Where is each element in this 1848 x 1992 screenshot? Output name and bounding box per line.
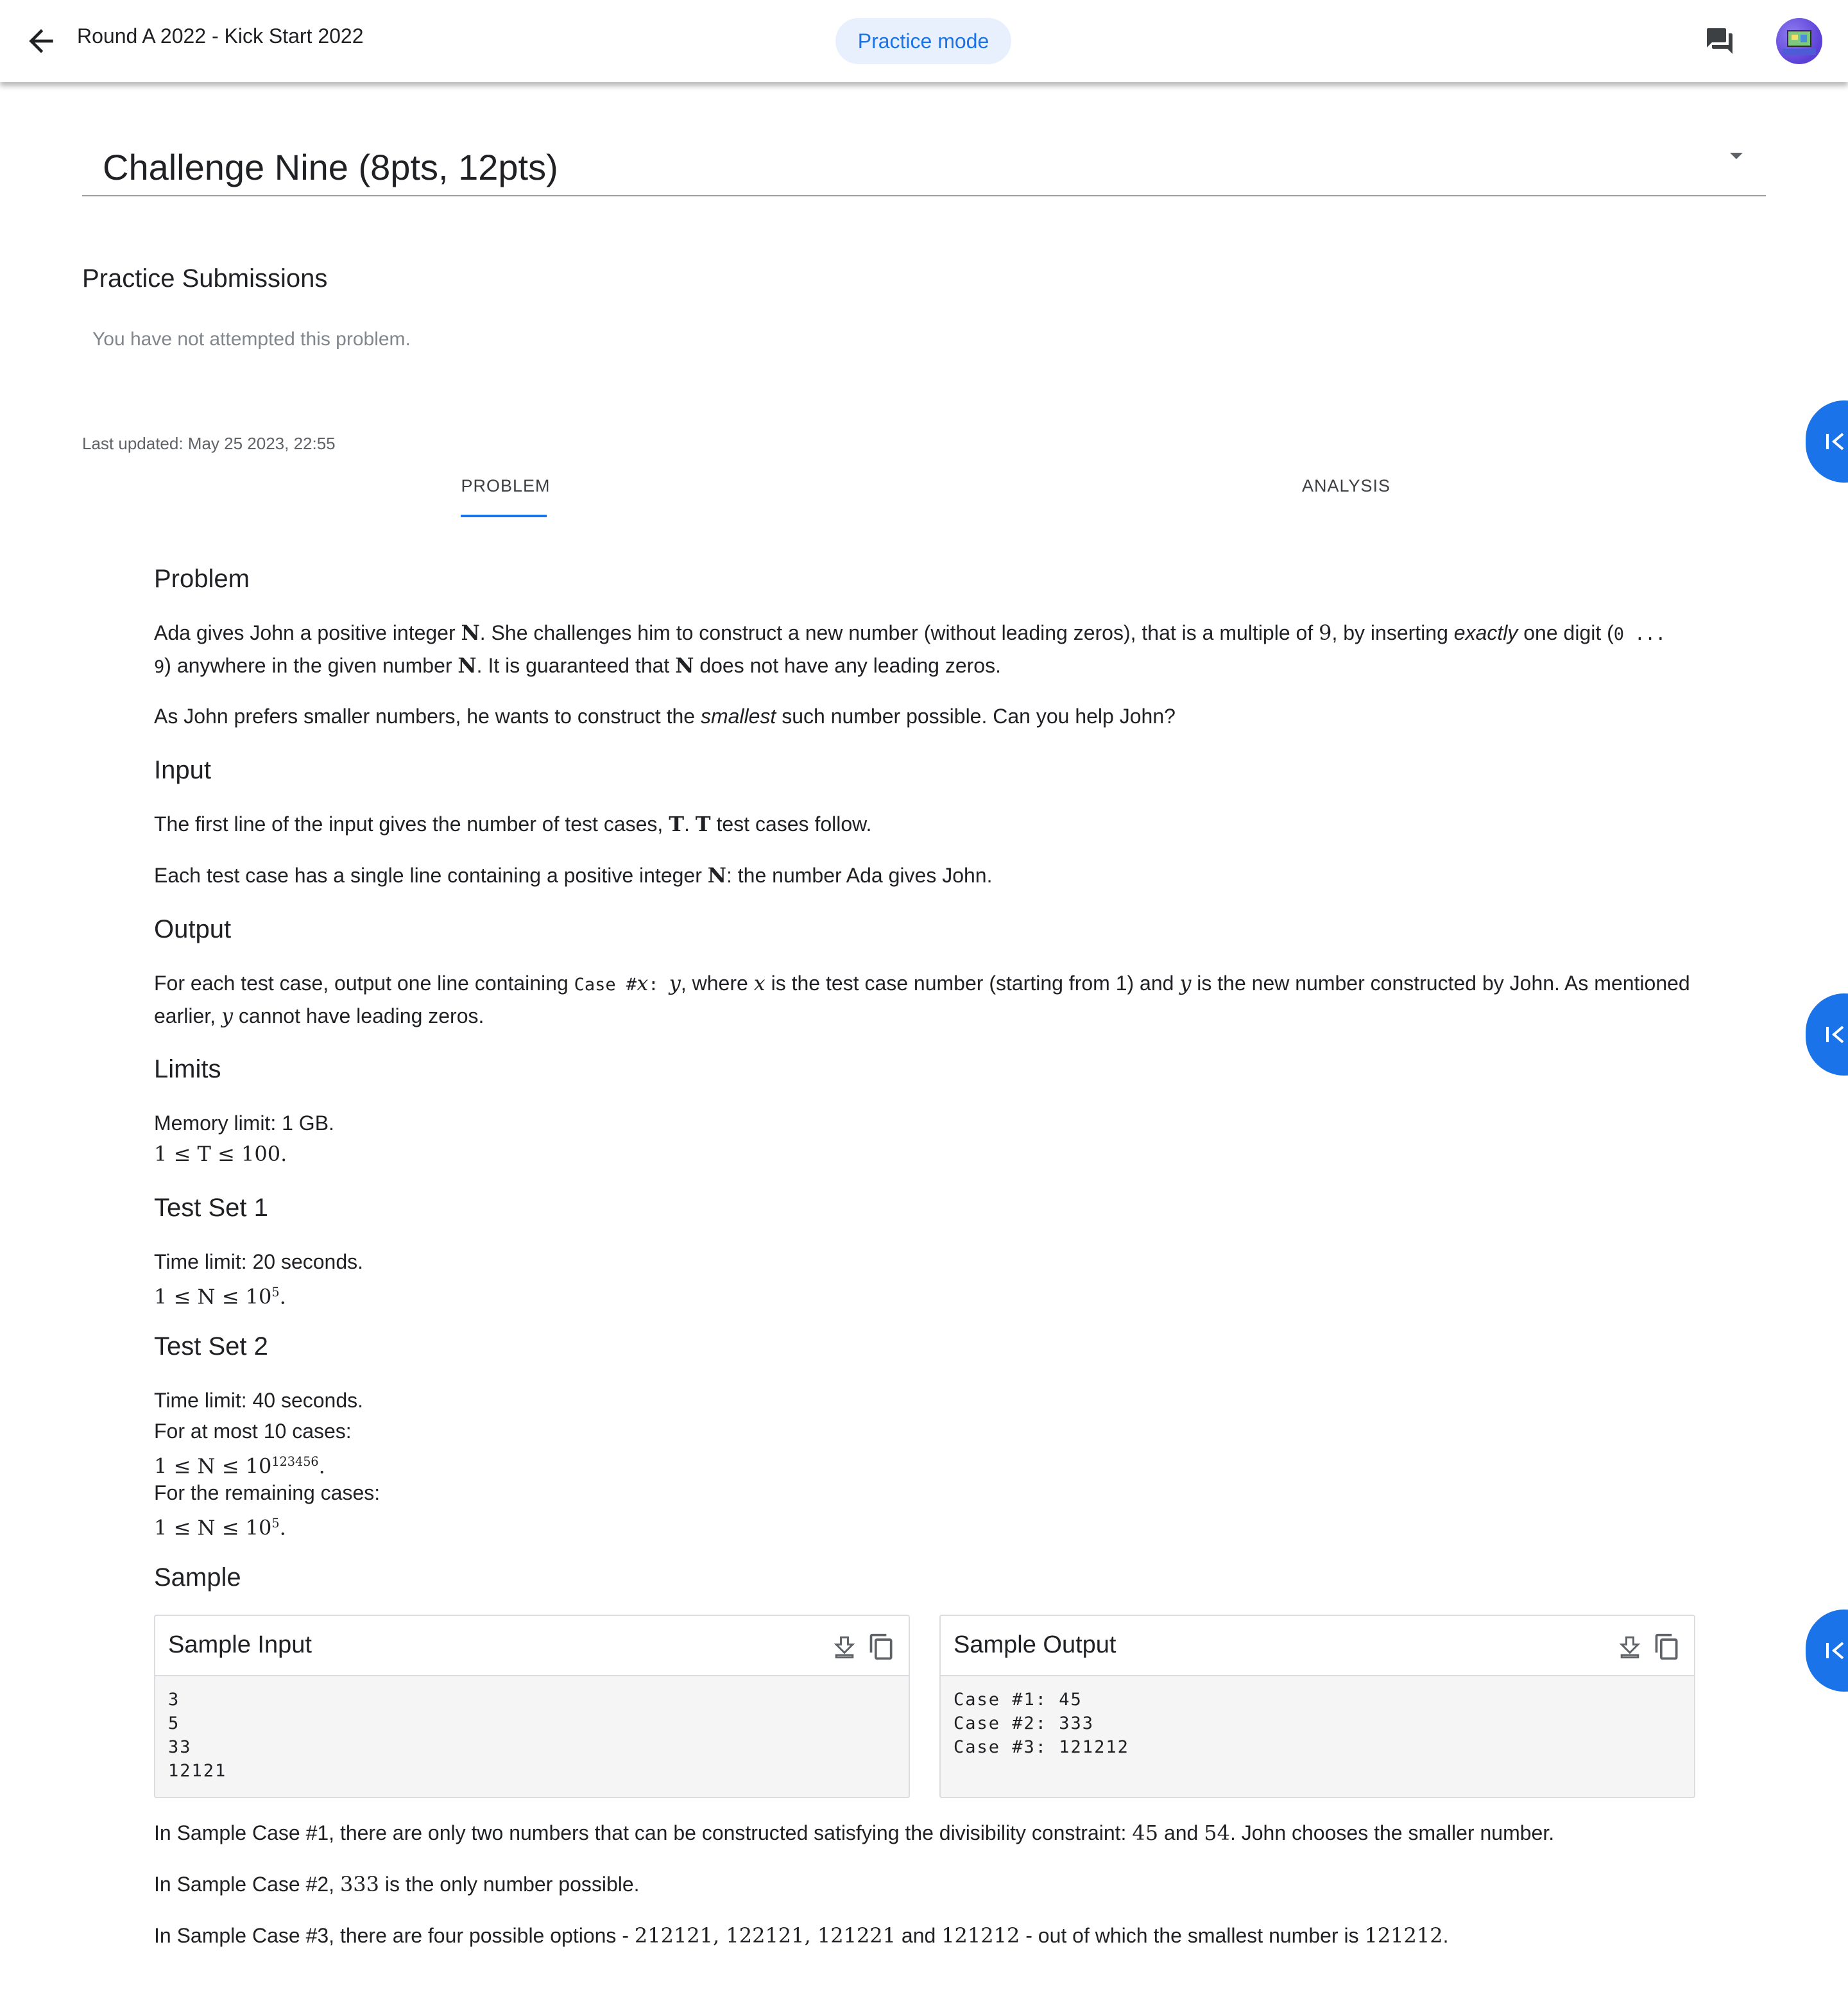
sample-output-header: Sample Output bbox=[941, 1616, 1694, 1676]
ts1-time-limit: Time limit: 20 seconds. bbox=[154, 1250, 364, 1273]
copy-icon[interactable] bbox=[868, 1631, 896, 1662]
problem-select-dropdown[interactable]: Challenge Nine (8pts, 12pts) bbox=[82, 133, 1766, 196]
input-paragraph-1: The first line of the input gives the nu… bbox=[154, 812, 872, 836]
ts2-time-limit: Time limit: 40 seconds. bbox=[154, 1389, 364, 1412]
explanation-case-2: In Sample Case #2, 333 is the only numbe… bbox=[154, 1872, 640, 1896]
sample-output-box: Sample Output Case #1: 45 Case #2: 333 C… bbox=[939, 1615, 1695, 1798]
submissions-empty-text: You have not attempted this problem. bbox=[92, 329, 411, 350]
download-icon[interactable] bbox=[1616, 1634, 1644, 1662]
active-tab-indicator bbox=[461, 515, 547, 517]
dropdown-caret-icon[interactable] bbox=[1730, 153, 1743, 159]
problem-paragraph-1: Ada gives John a positive integer N. She… bbox=[154, 621, 1666, 678]
sample-output-label: Sample Output bbox=[954, 1631, 1116, 1658]
ts2-bound-2: 1 ≤ N ≤ 105. bbox=[154, 1515, 286, 1540]
section-heading-problem: Problem bbox=[154, 565, 250, 593]
ts2-bound-1: 1 ≤ N ≤ 10123456. bbox=[154, 1454, 325, 1479]
sample-input-content[interactable]: 3 5 33 12121 bbox=[168, 1688, 227, 1783]
collapse-left-icon bbox=[1826, 1642, 1844, 1660]
sample-input-header: Sample Input bbox=[155, 1616, 909, 1676]
collapse-left-icon bbox=[1826, 433, 1844, 451]
sample-output-content[interactable]: Case #1: 45 Case #2: 333 Case #3: 121212 bbox=[954, 1688, 1129, 1759]
section-heading-output: Output bbox=[154, 915, 232, 943]
input-paragraph-2: Each test case has a single line contain… bbox=[154, 863, 993, 888]
ts1-bound: 1 ≤ N ≤ 105. bbox=[154, 1284, 286, 1309]
problem-title: Challenge Nine (8pts, 12pts) bbox=[103, 147, 558, 187]
collapse-left-icon bbox=[1826, 1026, 1844, 1043]
download-icon[interactable] bbox=[830, 1634, 859, 1662]
section-heading-input: Input bbox=[154, 756, 211, 784]
section-heading-sample: Sample bbox=[154, 1563, 241, 1592]
practice-mode-chip[interactable]: Practice mode bbox=[835, 18, 1011, 64]
collapse-panel-button[interactable] bbox=[1806, 1610, 1848, 1692]
last-updated-text: Last updated: May 25 2023, 22:55 bbox=[82, 434, 336, 453]
collapse-panel-button[interactable] bbox=[1806, 400, 1848, 483]
top-app-bar: Round A 2022 - Kick Start 2022 Practice … bbox=[0, 0, 1848, 82]
round-title[interactable]: Round A 2022 - Kick Start 2022 bbox=[77, 24, 364, 48]
sample-input-box: Sample Input 3 5 33 12121 bbox=[154, 1615, 910, 1798]
explanation-case-3: In Sample Case #3, there are four possib… bbox=[154, 1923, 1449, 1948]
copy-icon[interactable] bbox=[1653, 1631, 1681, 1662]
problem-paragraph-2: As John prefers smaller numbers, he want… bbox=[154, 705, 1176, 728]
tab-analysis[interactable]: ANALYSIS bbox=[1296, 476, 1396, 496]
section-heading-test-set-1: Test Set 1 bbox=[154, 1194, 268, 1222]
sample-input-label: Sample Input bbox=[168, 1631, 312, 1658]
memory-limit: Memory limit: 1 GB. bbox=[154, 1112, 334, 1135]
output-paragraph: For each test case, output one line cont… bbox=[154, 971, 1690, 1028]
chat-icon[interactable] bbox=[1704, 26, 1735, 56]
back-arrow-icon[interactable] bbox=[23, 23, 59, 59]
practice-submissions-title: Practice Submissions bbox=[82, 264, 328, 293]
t-bound: 1 ≤ T ≤ 100. bbox=[154, 1142, 287, 1166]
ts2-atmost-label: For at most 10 cases: bbox=[154, 1420, 352, 1443]
avatar[interactable] bbox=[1776, 18, 1822, 64]
tab-problem[interactable]: PROBLEM bbox=[461, 476, 551, 496]
explanation-case-1: In Sample Case #1, there are only two nu… bbox=[154, 1821, 1555, 1845]
section-heading-test-set-2: Test Set 2 bbox=[154, 1332, 268, 1361]
ts2-remaining-label: For the remaining cases: bbox=[154, 1481, 381, 1504]
section-heading-limits: Limits bbox=[154, 1055, 221, 1083]
collapse-panel-button[interactable] bbox=[1806, 993, 1848, 1076]
